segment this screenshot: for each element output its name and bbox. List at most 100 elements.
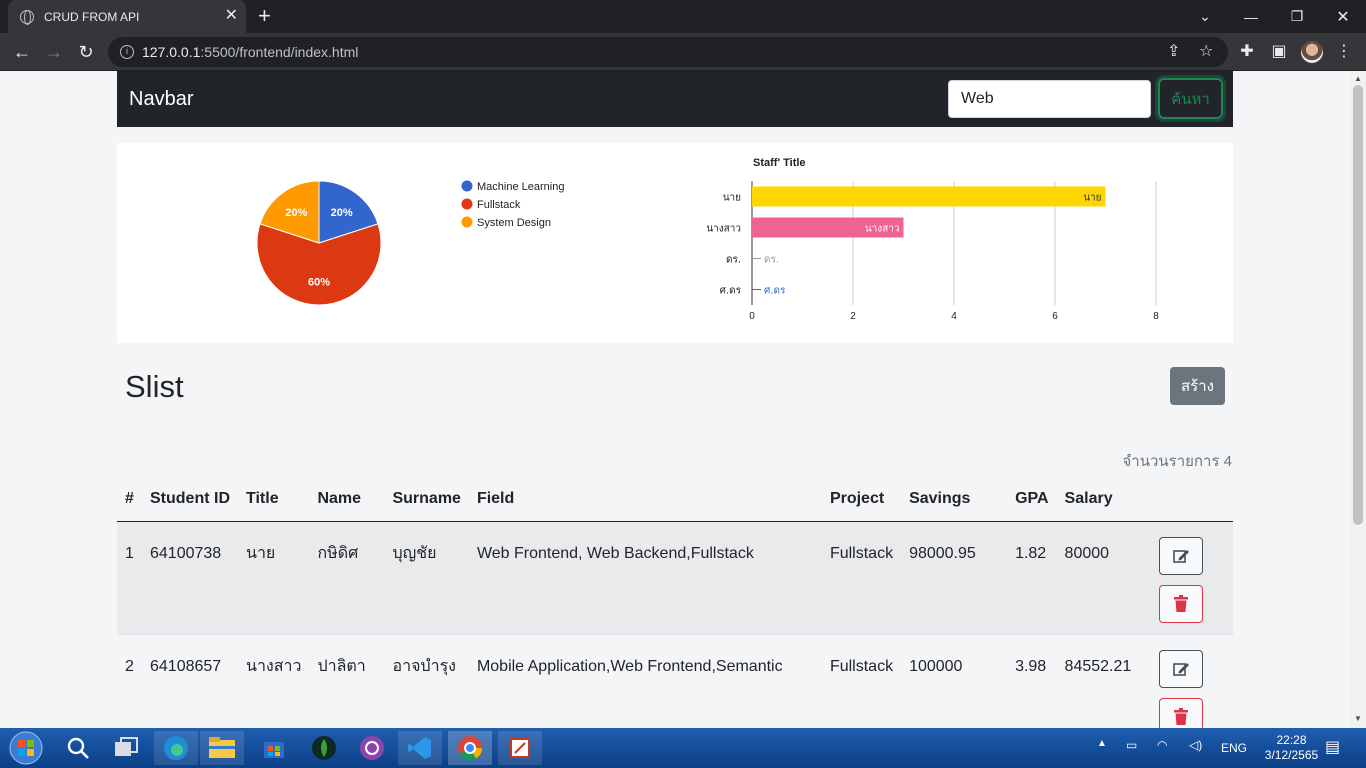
y-tick-label: ดร. (726, 255, 741, 266)
wifi-icon[interactable]: ◠ (1157, 738, 1167, 752)
chrome-icon[interactable] (448, 731, 492, 765)
site-info-icon[interactable]: i (120, 45, 134, 59)
address-bar[interactable]: i 127.0.0.1 :5500/frontend/index.html (108, 37, 1228, 67)
delete-button[interactable] (1158, 585, 1203, 623)
restore-button[interactable]: ❐ (1274, 0, 1320, 33)
cell-salary: 80000 (1056, 521, 1151, 635)
cell-student-id: 64108657 (142, 634, 238, 728)
close-window-button[interactable]: ✕ (1320, 0, 1366, 33)
cell-field: Mobile Application,Web Frontend,Semantic (468, 634, 822, 728)
file-explorer-icon[interactable] (200, 731, 244, 765)
cell-gpa: 3.98 (1007, 634, 1057, 728)
chart-title: Staff' Title (753, 157, 806, 169)
pie-chart: 20% 60% 20% Machine Learning Fullstack System… (256, 180, 564, 306)
table-row: 2 64108657 นางสาว ปาลิตา อาจบำรุง Mobile… (117, 634, 1233, 728)
vscode-icon[interactable] (398, 731, 442, 765)
browser-toolbar: ← → ↻ i 127.0.0.1 :5500/frontend/index.h… (0, 33, 1366, 71)
cell-surname: บุญชัย (384, 521, 469, 635)
student-table: # Student ID Title Name Surname Field Pr… (117, 479, 1233, 728)
side-panel-icon[interactable]: ▣ (1268, 41, 1290, 63)
header-name: Name (309, 479, 385, 522)
tray-overflow-icon[interactable]: ▲ (1097, 738, 1107, 749)
mongodb-compass-icon[interactable] (302, 731, 346, 765)
create-button[interactable]: สร้าง (1170, 367, 1225, 405)
header-gpa: GPA (1007, 479, 1057, 522)
delete-button[interactable] (1158, 698, 1203, 728)
clock-date: 3/12/2565 (1264, 748, 1319, 762)
snipping-tool-icon[interactable] (498, 731, 542, 765)
battery-icon[interactable]: ▭ (1126, 738, 1137, 752)
header-actions (1150, 479, 1233, 522)
start-button[interactable] (4, 731, 48, 765)
scroll-up-icon[interactable]: ▲ (1354, 74, 1362, 83)
legend-marker (461, 198, 473, 210)
cell-savings: 100000 (901, 634, 1008, 728)
edit-button[interactable] (1158, 650, 1203, 688)
trash-icon (1173, 708, 1188, 725)
legend-marker (461, 180, 473, 192)
cell-student-id: 64100738 (142, 521, 238, 635)
legend-label: Machine Learning (477, 181, 564, 193)
header-student-id: Student ID (142, 479, 238, 522)
edit-icon (1172, 550, 1189, 563)
x-tick-label: 8 (1153, 311, 1159, 322)
minimize-button[interactable]: — (1228, 0, 1274, 33)
github-desktop-icon[interactable] (350, 731, 394, 765)
notification-icon[interactable]: ▤ (1325, 737, 1340, 757)
y-tick-label: นางสาว (706, 224, 741, 235)
search-icon[interactable] (56, 731, 100, 765)
menu-kebab-icon[interactable]: ⋮ (1333, 41, 1355, 63)
volume-icon[interactable]: ◁) (1189, 738, 1202, 752)
header-salary: Salary (1056, 479, 1151, 522)
y-tick-label: ศ.ดร (720, 286, 742, 297)
new-tab-button[interactable]: + (258, 4, 271, 28)
x-tick-label: 0 (749, 311, 755, 322)
cell-actions (1150, 634, 1233, 728)
windows-logo-icon (9, 731, 43, 765)
legend-label: System Design (477, 217, 551, 229)
extensions-icon[interactable]: ✚ (1236, 41, 1258, 63)
windows-taskbar: ▲ ▭ ◠ ◁) ENG 22:28 3/12/2565 ▤ (0, 728, 1366, 768)
browser-tab[interactable]: CRUD FROM API ✕ (8, 0, 246, 33)
edit-button[interactable] (1158, 537, 1203, 575)
cell-savings: 98000.95 (901, 521, 1008, 635)
x-tick-label: 2 (850, 311, 856, 322)
page-viewport: Navbar Web ค้นหา 20% 60% 20% Machine Learni… (0, 71, 1350, 728)
navbar-brand[interactable]: Navbar (129, 88, 193, 111)
scroll-down-icon[interactable]: ▼ (1354, 714, 1362, 723)
cell-project: Fullstack (821, 634, 902, 728)
table-header-row: # Student ID Title Name Surname Field Pr… (117, 479, 1233, 522)
close-tab-icon[interactable]: ✕ (225, 8, 238, 24)
cell-no: 1 (117, 521, 142, 635)
edge-icon[interactable] (154, 731, 198, 765)
header-project: Project (821, 479, 902, 522)
forward-icon[interactable]: → (43, 41, 65, 63)
reload-icon[interactable]: ↻ (75, 41, 97, 63)
bar-chart: Staff' Title 0 2 4 6 8 นาย นายนางสาว นางสาวดร. ดร… (706, 157, 1159, 322)
clock[interactable]: 22:28 3/12/2565 (1264, 733, 1319, 763)
tab-title: CRUD FROM API (44, 9, 140, 24)
back-icon[interactable]: ← (11, 41, 33, 63)
search-button[interactable]: ค้นหา (1158, 78, 1223, 119)
scrollbar-thumb[interactable] (1353, 85, 1363, 525)
task-view-icon[interactable] (104, 731, 148, 765)
bookmark-star-icon[interactable]: ☆ (1199, 41, 1213, 63)
language-indicator[interactable]: ENG (1221, 741, 1247, 755)
header-title: Title (238, 479, 310, 522)
page-scrollbar[interactable]: ▲ ▼ (1350, 71, 1366, 728)
cell-title: นาย (238, 521, 310, 635)
store-icon[interactable] (252, 731, 296, 765)
chart-card: 20% 60% 20% Machine Learning Fullstack System… (117, 143, 1233, 343)
search-input[interactable]: Web (948, 80, 1151, 118)
edit-icon (1172, 663, 1189, 676)
legend-label: Fullstack (477, 199, 521, 211)
tab-strip: CRUD FROM API ✕ + ⌄ — ❐ ✕ (0, 0, 1366, 33)
cell-name: ปาลิตา (309, 634, 385, 728)
navbar: Navbar Web ค้นหา (117, 71, 1233, 127)
profile-avatar[interactable] (1301, 41, 1323, 63)
tab-search-icon[interactable]: ⌄ (1182, 0, 1228, 33)
share-icon[interactable]: ⇪ (1167, 41, 1180, 63)
x-tick-label: 4 (951, 311, 957, 322)
globe-icon (20, 9, 34, 25)
header-field: Field (468, 479, 822, 522)
